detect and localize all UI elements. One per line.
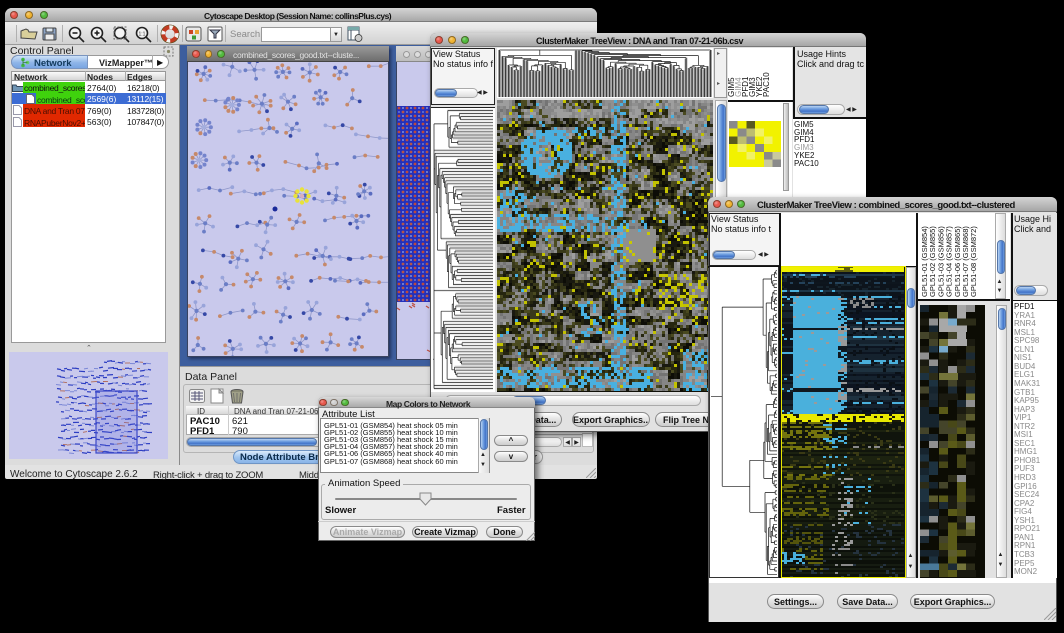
svg-text:1:1: 1:1 (139, 32, 146, 38)
svg-text:GPL51-08 (GSM872): GPL51-08 (GSM872) (969, 226, 978, 297)
svg-text:PAC10: PAC10 (762, 72, 771, 97)
